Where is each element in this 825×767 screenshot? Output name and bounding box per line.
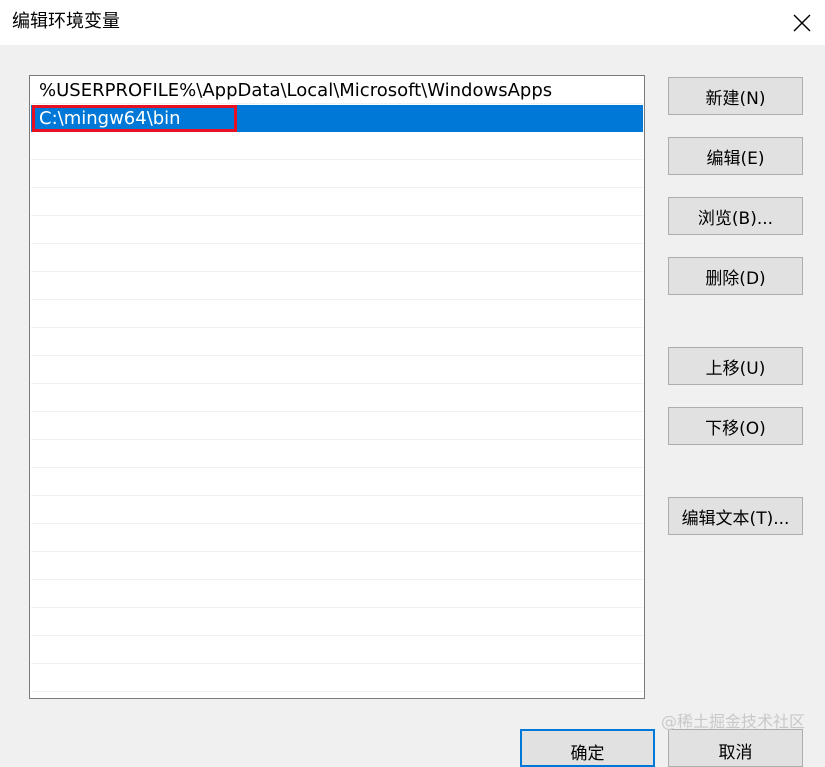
list-item-text: C:\mingw64\bin: [39, 108, 181, 129]
list-item-selected[interactable]: C:\mingw64\bin: [31, 105, 643, 132]
move-down-button[interactable]: 下移(O): [668, 407, 803, 445]
empty-row[interactable]: [31, 441, 643, 468]
empty-row[interactable]: [31, 189, 643, 216]
empty-row[interactable]: [31, 245, 643, 272]
empty-row[interactable]: [31, 357, 643, 384]
new-button[interactable]: 新建(N): [668, 77, 803, 115]
ok-button-label: 确定: [570, 744, 605, 764]
title-bar: 编辑环境变量: [0, 0, 825, 45]
empty-row[interactable]: [31, 301, 643, 328]
empty-row[interactable]: [31, 217, 643, 244]
empty-row[interactable]: [31, 133, 643, 160]
browse-button[interactable]: 浏览(B)...: [668, 197, 803, 235]
empty-row[interactable]: [31, 581, 643, 608]
window-title: 编辑环境变量: [12, 11, 120, 32]
empty-row[interactable]: [31, 469, 643, 496]
list-item-text: %USERPROFILE%\AppData\Local\Microsoft\Wi…: [39, 80, 553, 101]
list-item[interactable]: %USERPROFILE%\AppData\Local\Microsoft\Wi…: [31, 77, 643, 104]
empty-row[interactable]: [31, 385, 643, 412]
empty-row[interactable]: [31, 161, 643, 188]
empty-row[interactable]: [31, 609, 643, 636]
empty-row[interactable]: [31, 497, 643, 524]
empty-row[interactable]: [31, 329, 643, 356]
close-button[interactable]: [779, 0, 825, 45]
empty-row[interactable]: [31, 553, 643, 580]
empty-row[interactable]: [31, 665, 643, 692]
watermark: @稀土掘金技术社区: [660, 712, 805, 731]
edit-button[interactable]: 编辑(E): [668, 137, 803, 175]
edit-text-button[interactable]: 编辑文本(T)...: [668, 497, 803, 535]
empty-row[interactable]: [31, 637, 643, 664]
empty-row[interactable]: [31, 273, 643, 300]
move-up-button[interactable]: 上移(U): [668, 347, 803, 385]
empty-row[interactable]: [31, 413, 643, 440]
cancel-button-label: 取消: [718, 743, 753, 763]
ok-button[interactable]: 确定: [520, 729, 655, 767]
path-listbox[interactable]: %USERPROFILE%\AppData\Local\Microsoft\Wi…: [29, 75, 645, 699]
empty-row[interactable]: [31, 525, 643, 552]
close-icon: [793, 14, 811, 31]
delete-button[interactable]: 删除(D): [668, 257, 803, 295]
cancel-button[interactable]: 取消: [668, 729, 803, 767]
